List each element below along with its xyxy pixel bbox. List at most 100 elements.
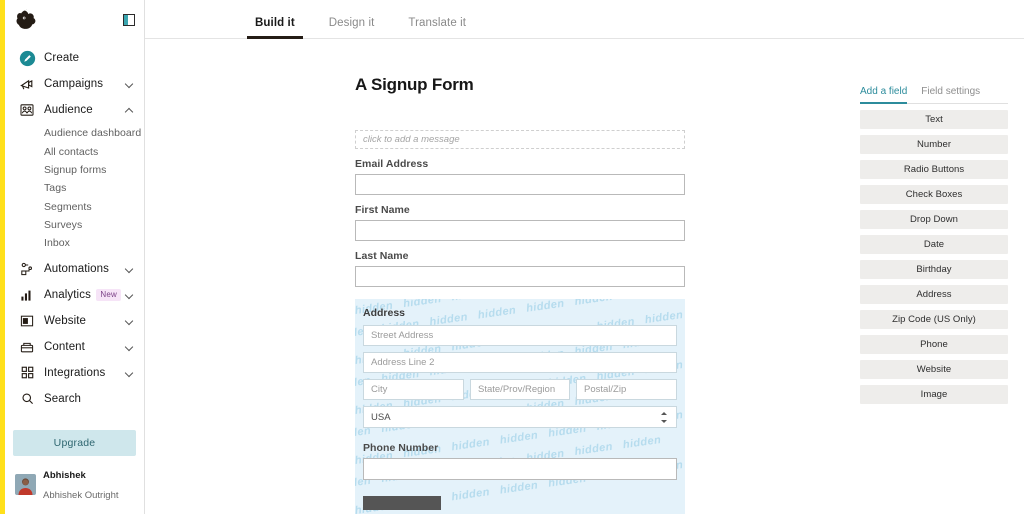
field-panel-tabs: Add a field Field settings: [860, 86, 1008, 104]
placeholder-text: City: [371, 384, 388, 395]
add-field-address[interactable]: Address: [860, 285, 1008, 304]
form-canvas: A Signup Form click to add a message Ema…: [145, 39, 1024, 514]
chevron-down-icon[interactable]: [125, 80, 134, 89]
last-name-field[interactable]: [355, 266, 685, 287]
chevron-updown-icon[interactable]: [661, 411, 668, 423]
tab-design-it[interactable]: Design it: [329, 17, 375, 38]
add-field-zip-code[interactable]: Zip Code (US Only): [860, 310, 1008, 329]
field-panel: Add a field Field settings Text Number R…: [860, 86, 1008, 404]
street-address-field[interactable]: Street Address: [363, 325, 677, 346]
sidebar-item-automations[interactable]: Automations: [5, 256, 144, 282]
add-field-birthday[interactable]: Birthday: [860, 260, 1008, 279]
sidebar-item-label: Search: [44, 392, 82, 405]
field-label: Phone Number: [363, 442, 439, 454]
sidebar-nav: Create Campaigns Audience Audience dashb…: [5, 40, 144, 412]
sidebar-item-audience[interactable]: Audience: [5, 97, 144, 123]
tab-add-a-field[interactable]: Add a field: [860, 86, 908, 104]
chevron-down-icon[interactable]: [125, 342, 134, 351]
placeholder-text: Street Address: [371, 330, 434, 341]
sidebar-item-tags[interactable]: Tags: [5, 179, 144, 197]
add-field-image[interactable]: Image: [860, 385, 1008, 404]
content-icon: [17, 339, 37, 355]
megaphone-icon: [17, 76, 37, 92]
pencil-circle-icon: [17, 50, 37, 67]
add-field-website[interactable]: Website: [860, 360, 1008, 379]
search-icon: [17, 391, 37, 406]
sidebar-item-integrations[interactable]: Integrations: [5, 360, 144, 386]
sidebar-item-segments[interactable]: Segments: [5, 198, 144, 216]
add-field-phone[interactable]: Phone: [860, 335, 1008, 354]
field-first-name[interactable]: First Name: [355, 204, 685, 241]
chevron-down-icon[interactable]: [125, 290, 134, 299]
add-field-drop-down[interactable]: Drop Down: [860, 210, 1008, 229]
state-field[interactable]: State/Prov/Region: [470, 379, 570, 400]
sidebar-item-analytics[interactable]: Analytics New: [5, 282, 144, 308]
upgrade-button[interactable]: Upgrade: [13, 430, 136, 456]
user-info: Abhishek Abhishek Outright: [43, 464, 119, 504]
sidebar-item-inbox[interactable]: Inbox: [5, 234, 144, 252]
postal-zip-field[interactable]: Postal/Zip: [576, 379, 677, 400]
field-phone-number[interactable]: Phone Number: [363, 442, 677, 480]
grid-icon: [17, 365, 37, 380]
automations-icon: [17, 261, 37, 277]
field-last-name[interactable]: Last Name: [355, 250, 685, 287]
sidebar-item-all-contacts[interactable]: All contacts: [5, 142, 144, 160]
panel-toggle-icon[interactable]: [123, 14, 135, 26]
field-label: First Name: [355, 204, 410, 216]
add-field-number[interactable]: Number: [860, 135, 1008, 154]
phone-field[interactable]: [363, 458, 677, 480]
sidebar-item-label: Content: [44, 340, 85, 353]
email-field[interactable]: [355, 174, 685, 195]
user-name: Abhishek: [43, 470, 86, 481]
audience-subnav: Audience dashboard All contacts Signup f…: [5, 123, 144, 256]
field-email-address[interactable]: Email Address: [355, 158, 685, 195]
sidebar-item-label: Create: [44, 52, 80, 64]
field-address-selected[interactable]: hidden hidden hidden hidden hidden hidde…: [355, 299, 685, 514]
sidebar-item-create[interactable]: Create: [5, 45, 144, 71]
add-field-text[interactable]: Text: [860, 110, 1008, 129]
chevron-down-icon[interactable]: [125, 316, 134, 325]
main-content: Build it Design it Translate it A Signup…: [145, 0, 1024, 514]
upgrade-section: Upgrade: [5, 430, 144, 462]
sidebar-item-campaigns[interactable]: Campaigns: [5, 71, 144, 97]
builder-tabs: Build it Design it Translate it: [145, 0, 1024, 39]
app-root: Create Campaigns Audience Audience dashb…: [0, 0, 1024, 514]
sidebar-item-surveys[interactable]: Surveys: [5, 216, 144, 234]
tab-translate-it[interactable]: Translate it: [408, 17, 466, 38]
sidebar-item-label: Automations: [44, 262, 110, 275]
city-field[interactable]: City: [363, 379, 464, 400]
chevron-up-icon[interactable]: [125, 106, 134, 115]
avatar: [15, 473, 36, 495]
user-account-row[interactable]: Abhishek Abhishek Outright: [5, 462, 144, 514]
sidebar-item-label: Analytics: [44, 288, 91, 301]
sidebar-item-content[interactable]: Content: [5, 334, 144, 360]
sidebar: Create Campaigns Audience Audience dashb…: [5, 0, 145, 514]
page-title: A Signup Form: [355, 75, 474, 94]
form-message-text: click to add a message: [363, 134, 460, 145]
sidebar-item-website[interactable]: Website: [5, 308, 144, 334]
field-button-list: Text Number Radio Buttons Check Boxes Dr…: [860, 110, 1008, 404]
add-field-check-boxes[interactable]: Check Boxes: [860, 185, 1008, 204]
sidebar-header: [5, 0, 144, 40]
address-line-2-field[interactable]: Address Line 2: [363, 352, 677, 373]
website-icon: [17, 313, 37, 329]
tab-field-settings[interactable]: Field settings: [921, 86, 980, 103]
form-message-placeholder[interactable]: click to add a message: [355, 130, 685, 149]
chevron-down-icon[interactable]: [125, 264, 134, 273]
add-field-radio-buttons[interactable]: Radio Buttons: [860, 160, 1008, 179]
status-badge: New: [96, 288, 121, 301]
field-label: Last Name: [355, 250, 409, 262]
submit-button[interactable]: [363, 496, 441, 510]
mailchimp-logo[interactable]: [14, 7, 40, 33]
sidebar-item-audience-dashboard[interactable]: Audience dashboard: [5, 124, 144, 142]
sidebar-item-label: Website: [44, 314, 87, 327]
tab-build-it[interactable]: Build it: [247, 17, 303, 39]
country-select[interactable]: USA: [363, 406, 677, 428]
chevron-down-icon[interactable]: [125, 368, 134, 377]
sidebar-item-label: Campaigns: [44, 78, 104, 90]
add-field-date[interactable]: Date: [860, 235, 1008, 254]
first-name-field[interactable]: [355, 220, 685, 241]
sidebar-item-search[interactable]: Search: [5, 386, 144, 412]
sidebar-item-signup-forms[interactable]: Signup forms: [5, 161, 144, 179]
